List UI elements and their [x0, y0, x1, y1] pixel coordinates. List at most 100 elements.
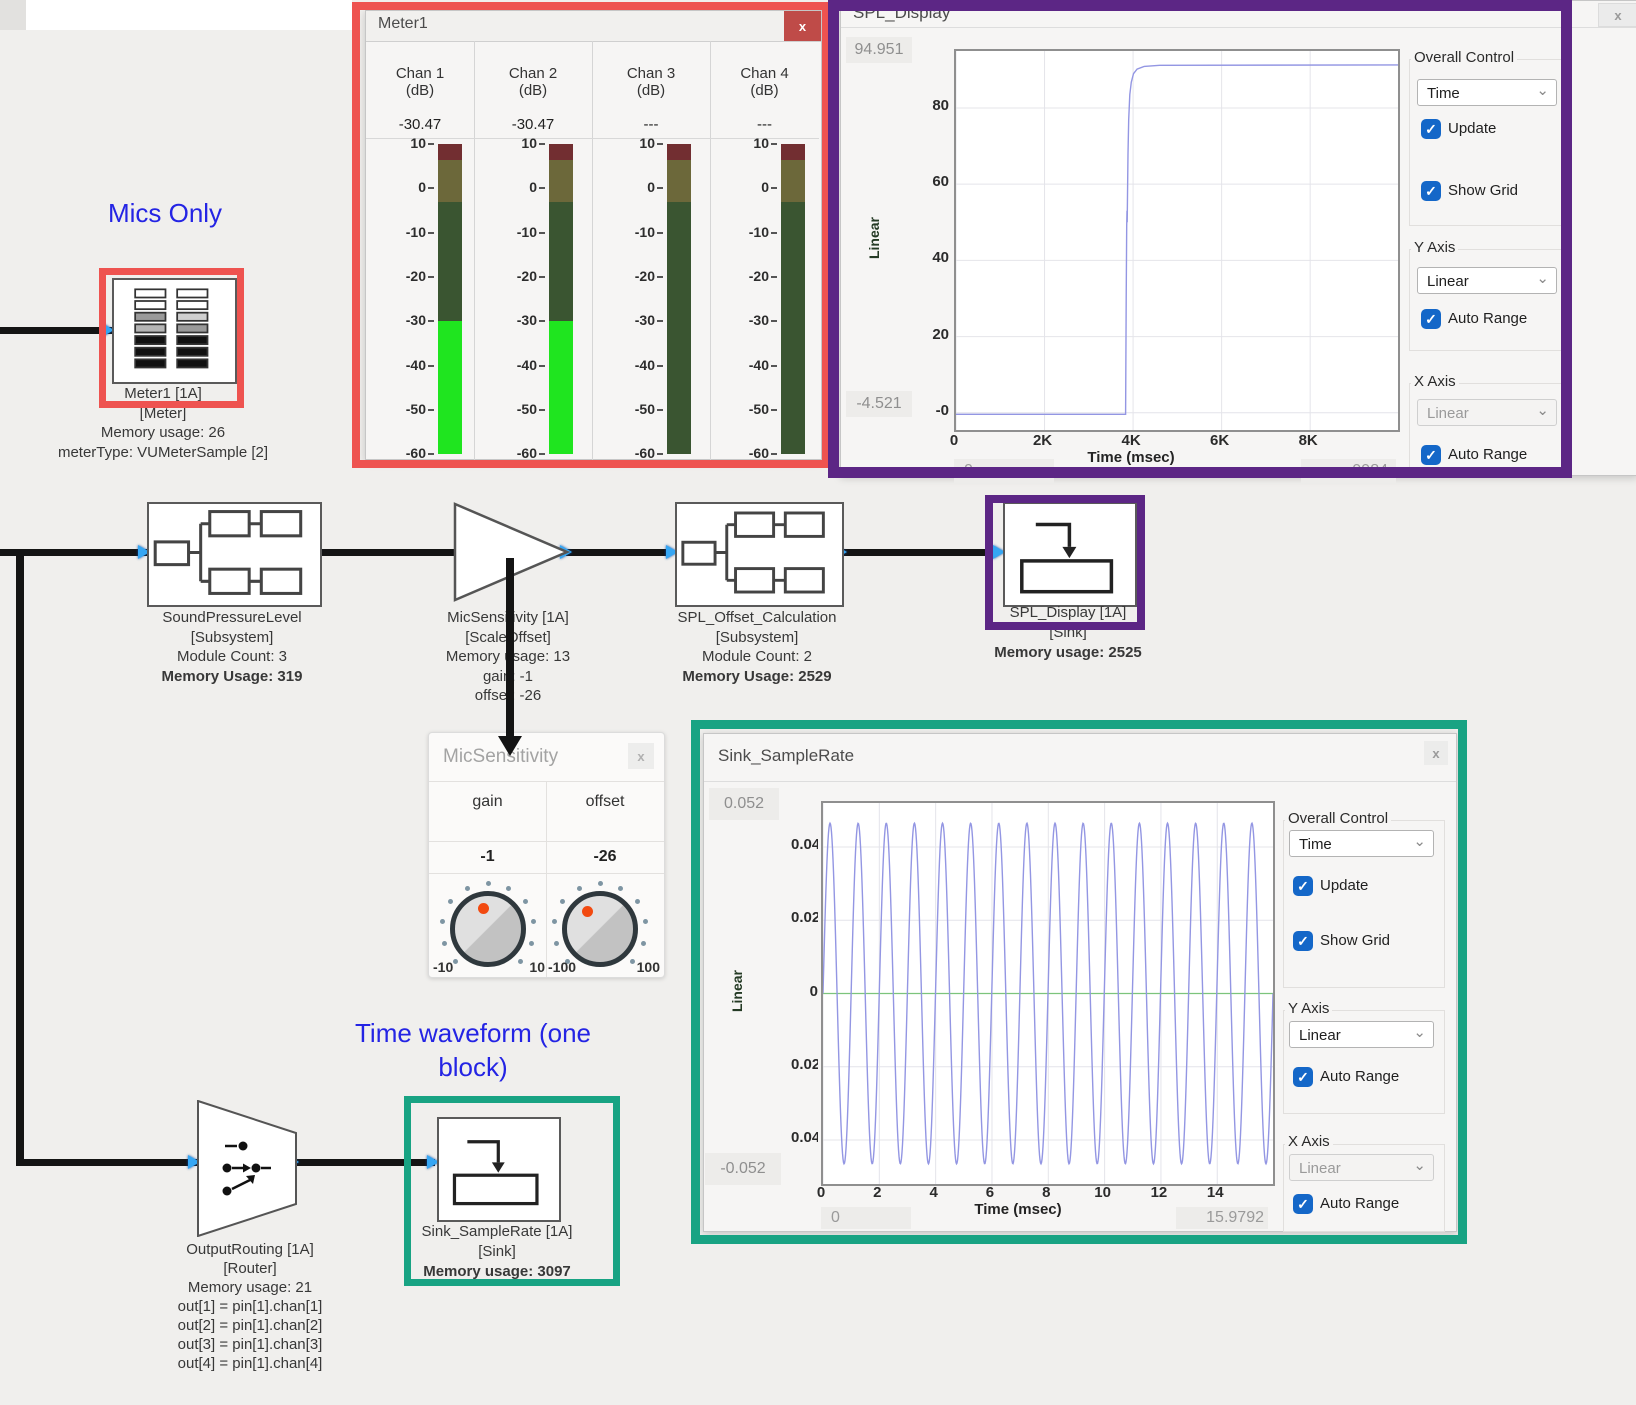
spl-domain-value: Time [1427, 85, 1460, 102]
spl-domain-dropdown[interactable]: Time ⌄ [1417, 79, 1557, 106]
block-offset-memory: Memory Usage: 2529 [627, 667, 887, 687]
sink-y-axis-label: Linear [729, 961, 745, 1021]
offset-value: -26 [546, 841, 664, 873]
sink-y-axis-group-label: Y Axis [1285, 1000, 1332, 1017]
block-sink-type: [Sink] [387, 1242, 607, 1262]
block-spl-type: [Subsystem] [112, 628, 352, 648]
audio-weaver-canvas: Mics Only Time waveform (one block) Mete… [0, 0, 1636, 1405]
spl-x-ticks: 02K4K6K8K [954, 432, 1396, 450]
meter-bar-channel-2: 100-10-20-30-40-50-60 [493, 136, 573, 461]
micsensitivity-close-button[interactable]: x [628, 743, 654, 769]
sink-x-scale-value: Linear [1299, 1160, 1341, 1177]
sink-plot-area[interactable] [821, 801, 1275, 1186]
chevron-down-icon: ⌄ [1536, 77, 1549, 104]
meter1-close-button[interactable]: x [784, 11, 821, 41]
spl-y-autorange-checkbox[interactable] [1421, 309, 1441, 329]
block-meter1-metertype: meterType: VUMeterSample [2] [23, 443, 303, 463]
knob-face [450, 891, 526, 967]
spl-y-scale-value: Linear [1427, 273, 1469, 290]
meter1-window: Meter1 x Chan 1 (dB) Chan 2 (dB) Chan 3 … [365, 10, 822, 460]
offset-column-header: offset [546, 793, 664, 811]
block-output-routing[interactable] [197, 1100, 297, 1237]
spl-close-button[interactable]: x [1598, 3, 1636, 27]
spl-showgrid-checkbox[interactable] [1421, 181, 1441, 201]
top-strip [0, 0, 352, 30]
offset-min-label: -100 [548, 959, 590, 975]
meter-bar-channel-4: 100-10-20-30-40-50-60 [725, 136, 805, 461]
chevron-down-icon: ⌄ [1536, 265, 1549, 292]
block-spl-display[interactable] [1003, 502, 1137, 607]
sink-update-checkbox[interactable] [1293, 876, 1313, 896]
spl-x-autorange-checkbox[interactable] [1421, 445, 1441, 465]
sink-domain-dropdown[interactable]: Time ⌄ [1289, 830, 1434, 857]
block-spl-memory: Memory Usage: 319 [112, 667, 352, 687]
block-sink-samplerate[interactable] [437, 1117, 561, 1222]
block-meter1[interactable] [112, 278, 237, 384]
spl-x-scale-dropdown[interactable]: Linear ⌄ [1417, 399, 1557, 426]
subsystem-icon [677, 504, 838, 601]
block-sink-name: Sink_SampleRate [1A] [387, 1222, 607, 1242]
gain-min-label: -10 [433, 959, 453, 975]
micsens-inspector-arrow-line [506, 558, 514, 738]
wire-to-meter1 [0, 327, 112, 334]
note-time-waveform: Time waveform (one block) [318, 1016, 628, 1084]
sink-y-scale-value: Linear [1299, 1027, 1341, 1044]
chevron-down-icon: ⌄ [1413, 1152, 1426, 1179]
sink-x-autorange-checkbox[interactable] [1293, 1194, 1313, 1214]
block-spl-module-count: Module Count: 3 [112, 647, 352, 667]
knob-face [562, 891, 638, 967]
vu-meter-icon [114, 280, 231, 378]
sink-showgrid-checkbox[interactable] [1293, 931, 1313, 951]
spl-titlebar[interactable]: SPL_Display [841, 1, 1636, 28]
sink-domain-value: Time [1299, 836, 1332, 853]
block-display-memory: Memory usage: 2525 [958, 643, 1178, 663]
sink-x-axis-group-label: X Axis [1285, 1133, 1333, 1150]
meter-bar-channel-3: 100-10-20-30-40-50-60 [611, 136, 691, 461]
block-meter1-type: [Meter] [23, 404, 303, 424]
spl-y-axis-group-label: Y Axis [1411, 239, 1458, 256]
sink-y-autorange-checkbox[interactable] [1293, 1067, 1313, 1087]
block-sound-pressure-level[interactable] [147, 502, 322, 607]
sink-x-scale-dropdown[interactable]: Linear ⌄ [1289, 1154, 1434, 1181]
spl-y-autorange-label: Auto Range [1448, 309, 1527, 329]
channel-2-unit: (dB) [474, 82, 592, 99]
spl-update-label: Update [1448, 119, 1496, 139]
block-spl-offset-calculation[interactable] [675, 502, 844, 607]
sink-x-min-box: 0 [821, 1207, 911, 1229]
meter-channel-header: Chan 3 (dB) [592, 41, 710, 113]
block-routing-out1: out[1] = pin[1].chan[1] [120, 1297, 380, 1316]
spl-plot-area[interactable] [954, 49, 1400, 432]
block-routing-labels: OutputRouting [1A] [Router] Memory usage… [120, 1240, 380, 1373]
sink-y-scale-dropdown[interactable]: Linear ⌄ [1289, 1021, 1434, 1048]
spl-y-scale-dropdown[interactable]: Linear ⌄ [1417, 267, 1557, 294]
sink-close-button[interactable]: x [1424, 741, 1448, 765]
spl-display-window: SPL_Display x 94.951 -4.521 Linear 80604… [840, 0, 1636, 476]
block-meter1-labels: Meter1 [1A] [Meter] Memory usage: 26 met… [23, 384, 303, 462]
meter1-titlebar[interactable]: Meter1 [366, 11, 821, 42]
channel-1-unit: (dB) [366, 82, 474, 99]
wire-offset-to-display [838, 549, 998, 556]
gain-column-header: gain [429, 793, 546, 811]
sink-ymin-readout: -0.052 [705, 1153, 781, 1185]
panel-divider [429, 873, 664, 874]
meter1-window-title: Meter1 [378, 15, 428, 33]
spl-update-checkbox[interactable] [1421, 119, 1441, 139]
spl-x-autorange-label: Auto Range [1448, 445, 1527, 465]
wire-spl-to-micsens [316, 549, 458, 556]
channel-4-label: Chan 4 [710, 41, 819, 82]
wire-vertical-branch [16, 549, 24, 1166]
spl-window-title: SPL_Display [853, 3, 950, 23]
meter-channel-header: Chan 2 (dB) [474, 41, 592, 113]
sink-window-title: Sink_SampleRate [718, 746, 854, 766]
block-display-labels: SPL_Display [1A] [Sink] Memory usage: 25… [958, 603, 1178, 663]
note-time-waveform-line1: Time waveform (one [318, 1016, 628, 1050]
sink-update-label: Update [1320, 876, 1368, 896]
sink-titlebar[interactable]: Sink_SampleRate [704, 734, 1456, 782]
gain-value: -1 [429, 841, 546, 873]
meter-bar-channel-1: 100-10-20-30-40-50-60 [382, 136, 462, 461]
spl-x-scale-value: Linear [1427, 405, 1469, 422]
chevron-down-icon: ⌄ [1536, 397, 1549, 424]
block-sink-memory: Memory usage: 3097 [387, 1262, 607, 1282]
router-icon [197, 1100, 297, 1237]
chevron-down-icon: ⌄ [1413, 1019, 1426, 1046]
